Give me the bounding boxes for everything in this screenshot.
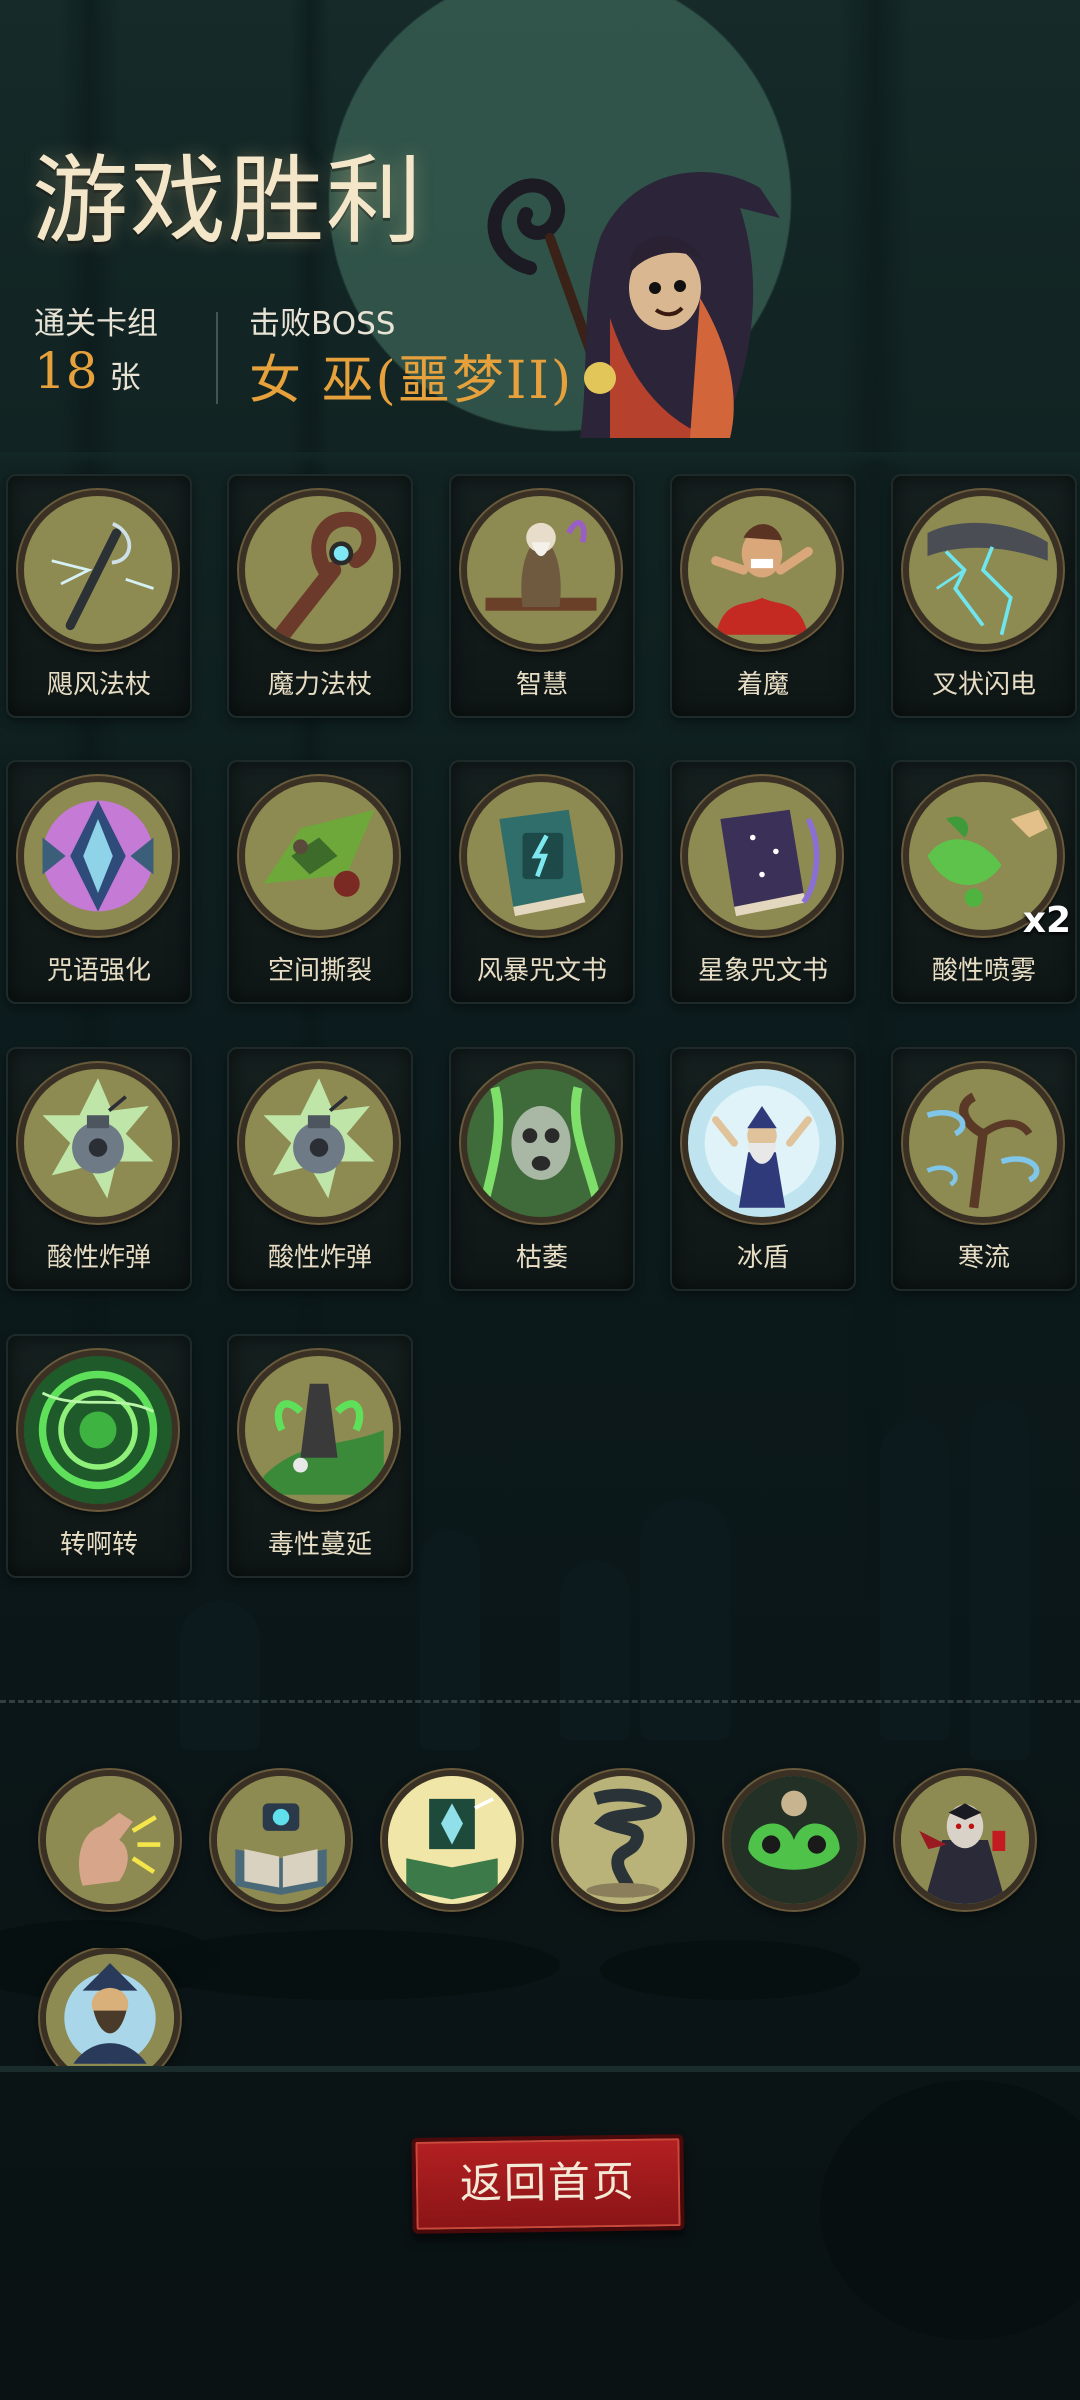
deck-card[interactable]: 着魔	[670, 474, 856, 718]
card-name: 寒流	[957, 1243, 1010, 1273]
spell-boost-icon	[18, 776, 178, 936]
hurricane-staff-icon	[18, 490, 178, 650]
star-spellbook-icon	[682, 776, 842, 936]
tornado-icon[interactable]	[553, 1770, 693, 1910]
witch-boss-illustration	[460, 148, 800, 448]
deck-card[interactable]: 魔力法杖	[227, 474, 413, 718]
header-bottom-band	[0, 452, 1080, 466]
toxic-spread-icon	[239, 1350, 399, 1510]
mana-staff-icon	[239, 490, 399, 650]
spin-vortex-icon	[18, 1350, 178, 1510]
background-rock	[180, 1600, 260, 1750]
storm-spellbook-icon	[461, 776, 621, 936]
background-rock	[970, 1400, 1030, 1760]
page-title: 游戏胜利	[32, 145, 424, 257]
card-name: 智慧	[515, 670, 568, 700]
deck-count-value: 18	[34, 342, 98, 400]
card-name: 魔力法杖	[267, 670, 372, 700]
acid-bomb-icon	[239, 1063, 399, 1223]
deck-card[interactable]: 叉状闪电	[891, 474, 1077, 718]
cold-wave-icon	[903, 1063, 1063, 1223]
deck-card[interactable]: 枯萎	[449, 1047, 635, 1291]
fork-lightning-icon	[903, 490, 1063, 650]
ice-shield-icon	[682, 1063, 842, 1223]
green-ghosts-icon[interactable]	[724, 1770, 864, 1910]
background-shadow	[820, 2080, 1080, 2340]
deck-card[interactable]: 寒流	[891, 1047, 1077, 1291]
card-name: 飓风法杖	[46, 670, 151, 700]
deck-card[interactable]: 空间撕裂	[227, 760, 413, 1004]
background-rock	[420, 1530, 480, 1750]
return-home-button[interactable]: 返回首页	[411, 2134, 685, 2234]
vampire-icon[interactable]	[895, 1770, 1035, 1910]
wither-icon	[461, 1063, 621, 1223]
card-name: 星象咒文书	[697, 956, 828, 986]
bottom-divider	[0, 2066, 1080, 2072]
section-separator	[0, 1700, 1080, 1703]
deck-card[interactable]: 冰盾	[670, 1047, 856, 1291]
deck-card[interactable]: 酸性炸弹	[227, 1047, 413, 1291]
card-name: 酸性喷雾	[931, 956, 1036, 986]
card-name: 空间撕裂	[267, 956, 372, 986]
card-name: 枯萎	[515, 1243, 568, 1273]
old-wizard-icon[interactable]	[40, 1948, 180, 2068]
wisdom-sage-icon	[461, 490, 621, 650]
deck-card[interactable]: 星象咒文书	[670, 760, 856, 1004]
card-name: 着魔	[736, 670, 789, 700]
boss-label: 击败BOSS	[249, 306, 396, 342]
deck-card[interactable]: 飓风法杖	[6, 474, 192, 718]
deck-card[interactable]: 毒性蔓延	[227, 1334, 413, 1578]
victory-screen: 游戏胜利 通关卡组 18 张 击败BOSS 女 巫(噩梦II) 飓风法杖 魔力法…	[0, 0, 1080, 2400]
stat-divider	[216, 312, 218, 404]
card-name: 转啊转	[59, 1530, 138, 1560]
space-tear-icon	[239, 776, 399, 936]
glowing-book-icon[interactable]	[382, 1770, 522, 1910]
deck-card[interactable]: 酸性炸弹	[6, 1047, 192, 1291]
card-name: 叉状闪电	[931, 670, 1036, 700]
background-rock	[560, 1560, 630, 1740]
card-name: 酸性炸弹	[267, 1243, 372, 1273]
open-spellbook-icon[interactable]	[211, 1770, 351, 1910]
card-name: 毒性蔓延	[267, 1530, 372, 1560]
card-name: 酸性炸弹	[46, 1243, 151, 1273]
deck-count: 18 张	[34, 342, 141, 400]
card-name: 咒语强化	[46, 956, 151, 986]
deck-card[interactable]: 智慧	[449, 474, 635, 718]
card-name: 冰盾	[736, 1243, 789, 1273]
deck-card[interactable]: 转啊转	[6, 1334, 192, 1578]
deck-card[interactable]: 酸性喷雾 x2	[891, 760, 1077, 1004]
card-count-badge: x2	[1022, 900, 1071, 941]
deck-count-unit: 张	[109, 360, 141, 396]
deck-card[interactable]: 风暴咒文书	[449, 760, 635, 1004]
relic-row-clipped	[0, 1948, 1080, 2068]
possessed-icon	[682, 490, 842, 650]
deck-card[interactable]: 咒语强化	[6, 760, 192, 1004]
card-name: 风暴咒文书	[476, 956, 607, 986]
acid-bomb-icon	[18, 1063, 178, 1223]
background-rock	[640, 1500, 730, 1740]
deck-label: 通关卡组	[34, 306, 158, 342]
finger-snap-icon[interactable]	[40, 1770, 180, 1910]
background-rock	[880, 1420, 950, 1740]
